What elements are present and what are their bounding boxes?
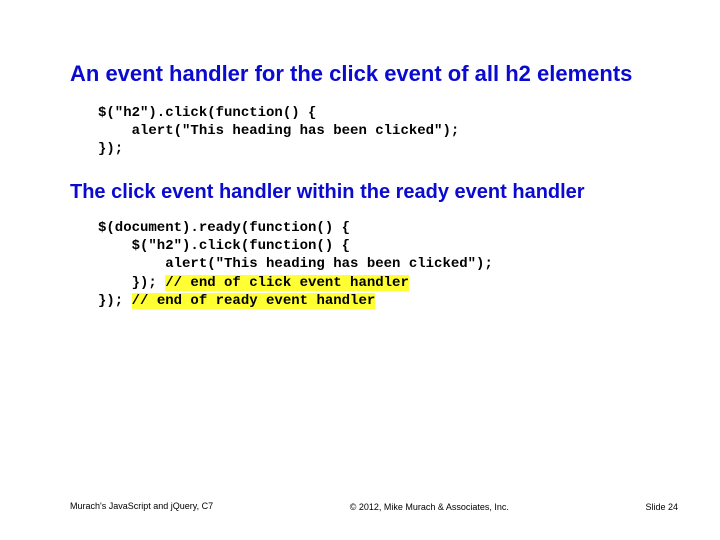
footer-left: Murach's JavaScript and jQuery, C7: [70, 501, 213, 512]
code-line: });: [98, 293, 132, 309]
code-block-1: $("h2").click(function() { alert("This h…: [98, 104, 650, 159]
footer-center: © 2012, Mike Murach & Associates, Inc.: [213, 502, 645, 512]
code-line: });: [98, 141, 123, 157]
slide-body: An event handler for the click event of …: [0, 0, 720, 310]
code-block-2: $(document).ready(function() { $("h2").c…: [98, 219, 650, 310]
footer-right: Slide 24: [645, 502, 678, 512]
heading-1: An event handler for the click event of …: [70, 60, 650, 88]
slide-footer: Murach's JavaScript and jQuery, C7 © 201…: [70, 501, 678, 512]
heading-2: The click event handler within the ready…: [70, 180, 650, 205]
code-comment-highlight: // end of ready event handler: [132, 293, 376, 309]
code-line: alert("This heading has been clicked");: [98, 256, 493, 272]
code-line: alert("This heading has been clicked");: [98, 123, 459, 139]
code-line: $(document).ready(function() {: [98, 220, 350, 236]
code-line: $("h2").click(function() {: [98, 238, 350, 254]
code-line: $("h2").click(function() {: [98, 105, 316, 121]
code-comment-highlight: // end of click event handler: [165, 275, 409, 291]
code-line: });: [98, 275, 165, 291]
